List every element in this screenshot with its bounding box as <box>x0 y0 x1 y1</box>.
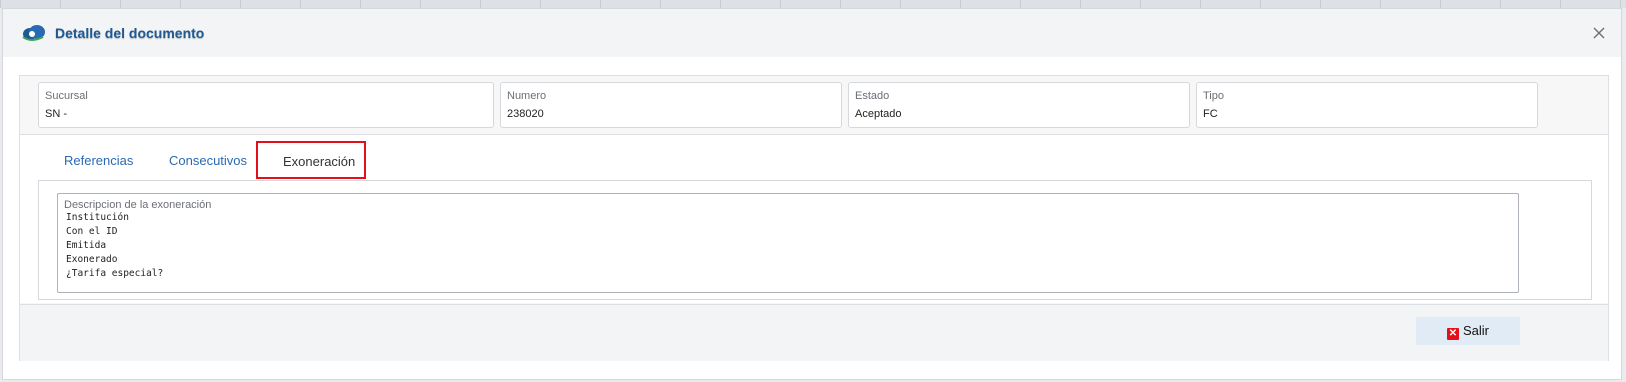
exoneration-description-field[interactable]: Descripcion de la exoneración Institució… <box>57 193 1519 293</box>
info-row: Sucursal SN - Numero 238020 Estado Acept… <box>20 76 1608 134</box>
exoneration-line: ¿Tarifa especial? <box>66 268 164 279</box>
sucursal-field: Sucursal SN - <box>38 82 494 128</box>
exoneration-description-label: Descripcion de la exoneración <box>64 199 212 211</box>
sucursal-label: Sucursal <box>45 90 88 102</box>
tab-consecutivos[interactable]: Consecutivos <box>169 153 247 168</box>
exoneration-panel: Descripcion de la exoneración Institució… <box>38 180 1592 300</box>
estado-value: Aceptado <box>855 108 902 120</box>
dialog-header: Detalle del documento <box>3 9 1621 57</box>
tipo-value: FC <box>1203 108 1218 120</box>
estado-label: Estado <box>855 90 890 102</box>
sucursal-value: SN - <box>45 108 67 120</box>
tipo-field: Tipo FC <box>1196 82 1538 128</box>
numero-value: 238020 <box>507 108 544 120</box>
dialog-content: Sucursal SN - Numero 238020 Estado Acept… <box>19 75 1609 361</box>
cloud-logo-icon <box>22 25 45 41</box>
exoneration-line: Emitida <box>66 240 107 251</box>
close-box-icon: ✕ <box>1446 327 1459 340</box>
numero-field: Numero 238020 <box>500 82 842 128</box>
exoneration-line: Exonerado <box>66 254 118 265</box>
tab-exoneracion-label: Exoneración <box>283 154 356 169</box>
background-grid <box>0 0 1626 8</box>
tab-referencias[interactable]: Referencias <box>64 153 133 168</box>
tab-area: Referencias Consecutivos Exoneración Des… <box>20 134 1608 303</box>
exoneration-description-text: Institución Con el ID Emitida Exonerado ¿Tar… <box>66 211 163 281</box>
document-detail-dialog: Detalle del documento Sucursal SN - Nume… <box>2 8 1622 380</box>
estado-field: Estado Aceptado <box>848 82 1190 128</box>
dialog-footer: ✕ Salir <box>20 304 1608 361</box>
tab-exoneracion[interactable]: Exoneración <box>256 141 366 179</box>
dialog-title: Detalle del documento <box>55 25 205 41</box>
exoneration-line: Con el ID <box>66 226 118 237</box>
tipo-label: Tipo <box>1203 90 1224 102</box>
salir-label: Salir <box>1462 322 1489 338</box>
numero-label: Numero <box>507 90 547 102</box>
exoneration-line: Institución <box>66 212 129 223</box>
salir-button[interactable]: ✕ Salir <box>1416 317 1520 345</box>
close-icon[interactable] <box>1591 25 1607 41</box>
